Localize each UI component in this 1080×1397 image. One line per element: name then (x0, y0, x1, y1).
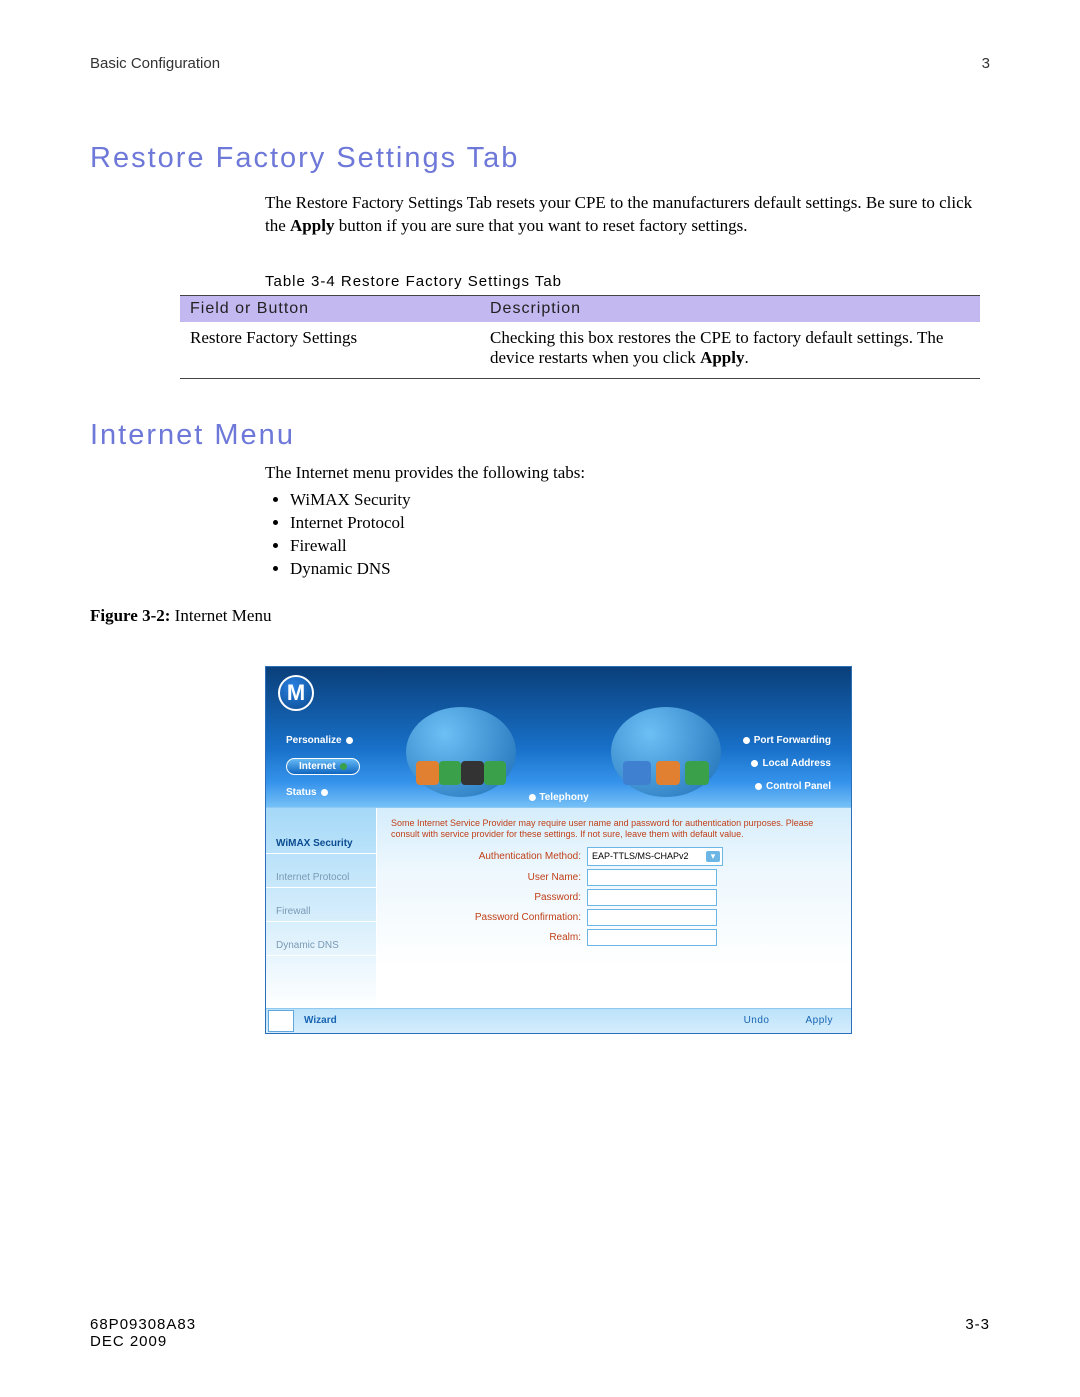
modem-icon (461, 761, 484, 785)
header-right: 3 (982, 55, 990, 72)
globe-small-icon (439, 761, 462, 785)
internet-heading: Internet Menu (90, 419, 990, 452)
restore-table: Field or Button Description Restore Fact… (180, 295, 980, 379)
internet-intro-block: The Internet menu provides the following… (265, 462, 990, 581)
table-caption: Table 3-4 Restore Factory Settings Tab (265, 273, 990, 290)
wizard-button[interactable]: Wizard (304, 1015, 337, 1026)
sidebar-item-ddns[interactable]: Dynamic DNS (266, 922, 376, 956)
apply-button[interactable]: Apply (787, 1015, 851, 1026)
pass-label: Password: (391, 892, 581, 903)
realm-field[interactable] (587, 929, 717, 946)
password-confirm-field[interactable] (587, 909, 717, 926)
wizard-icon[interactable] (268, 1010, 294, 1032)
restore-paragraph: The Restore Factory Settings Tab resets … (265, 192, 990, 238)
realm-label: Realm: (391, 932, 581, 943)
figure-label: Figure 3-2: Internet Menu (90, 606, 990, 626)
password-field[interactable] (587, 889, 717, 906)
check-icon (484, 761, 507, 785)
auth-label: Authentication Method: (391, 851, 581, 862)
screenshot: M Personalize Internet Sta (265, 666, 852, 1034)
th-field: Field or Button (180, 295, 480, 322)
globe-icon (611, 707, 721, 797)
sidebar-item-firewall[interactable]: Firewall (266, 888, 376, 922)
username-field[interactable] (587, 869, 717, 886)
globe-icon (406, 707, 516, 797)
notice-text: Some Internet Service Provider may requi… (391, 818, 837, 841)
passc-label: Password Confirmation: (391, 912, 581, 923)
sidebar-item-ip[interactable]: Internet Protocol (266, 854, 376, 888)
sidebar-item-wimax[interactable]: WiMAX Security (266, 820, 376, 854)
monitor-icon (623, 761, 651, 785)
chevron-down-icon: ▾ (706, 851, 720, 862)
internet-list: WiMAX Security Internet Protocol Firewal… (265, 489, 990, 581)
nav-local-address[interactable]: Local Address (751, 758, 831, 769)
restore-heading: Restore Factory Settings Tab (90, 142, 990, 175)
th-desc: Description (480, 295, 980, 322)
user-label: User Name: (391, 872, 581, 883)
motorola-logo-icon: M (278, 675, 314, 711)
signal-icon (416, 761, 439, 785)
person-icon (656, 761, 680, 785)
header-left: Basic Configuration (90, 55, 220, 72)
footer-page: 3-3 (965, 1316, 990, 1350)
sidebar: WiMAX Security Internet Protocol Firewal… (266, 808, 376, 1008)
nav-status[interactable]: Status (286, 787, 360, 798)
auth-method-select[interactable]: EAP-TTLS/MS-CHAPv2▾ (587, 847, 723, 866)
nav-internet[interactable]: Internet (286, 758, 360, 775)
nav-control-panel[interactable]: Control Panel (755, 781, 831, 792)
check-icon (685, 761, 709, 785)
nav-telephony[interactable]: Telephony (528, 792, 588, 803)
undo-button[interactable]: Undo (726, 1015, 788, 1026)
table-row: Restore Factory Settings Checking this b… (180, 322, 980, 379)
footer-left: 68P09308A83 DEC 2009 (90, 1316, 196, 1350)
nav-personalize[interactable]: Personalize (286, 735, 360, 746)
nav-port-forwarding[interactable]: Port Forwarding (743, 735, 831, 746)
